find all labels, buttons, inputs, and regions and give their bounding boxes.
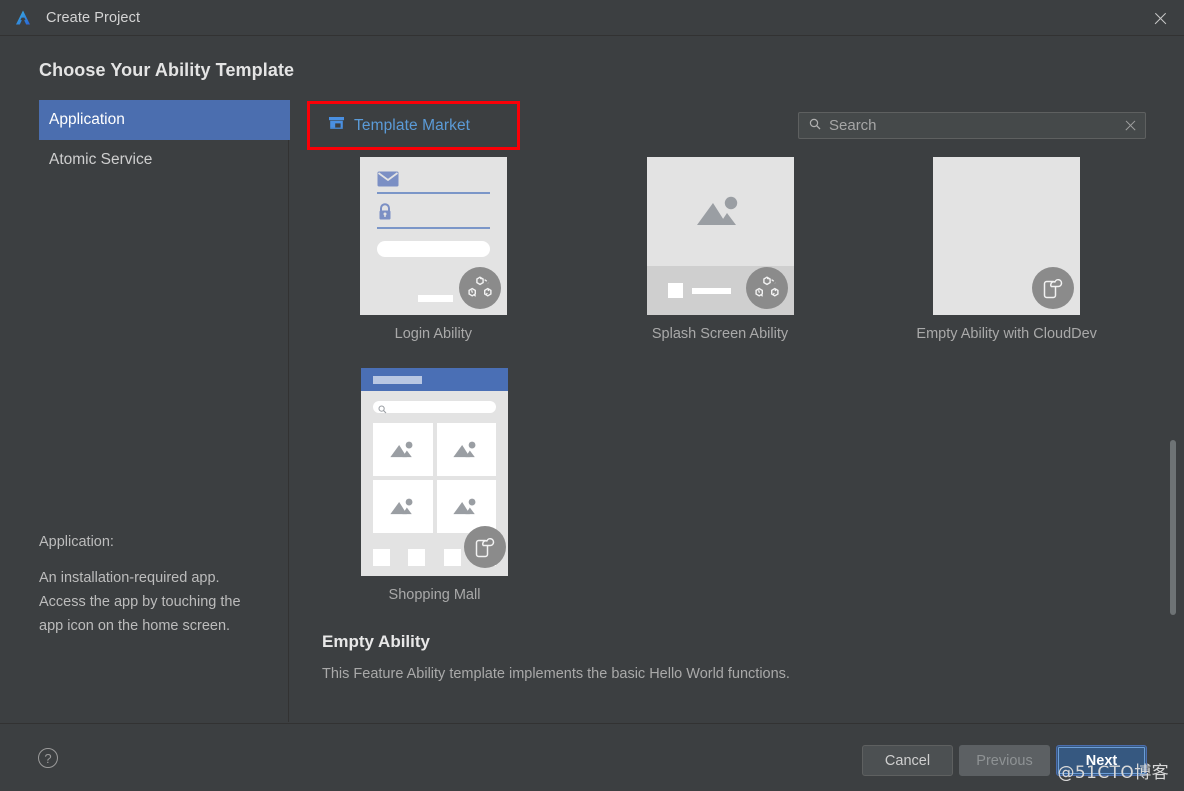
product-tile bbox=[436, 423, 496, 476]
question-mark-icon[interactable]: ? bbox=[38, 748, 58, 768]
template-card-login-ability[interactable]: Login Ability bbox=[290, 157, 577, 342]
product-tile bbox=[373, 423, 433, 476]
sidebar-description-term: Application: bbox=[39, 534, 114, 550]
template-card-empty-ability-clouddev[interactable]: Empty Ability with CloudDev bbox=[863, 157, 1150, 342]
template-market-link[interactable]: Template Market bbox=[310, 115, 470, 136]
watermark: @51CTO博客 bbox=[1057, 763, 1169, 783]
previous-button: Previous bbox=[959, 745, 1050, 776]
distributed-share-icon bbox=[745, 267, 788, 309]
sidebar-item-atomic-service[interactable]: Atomic Service bbox=[39, 140, 290, 180]
distributed-share-icon bbox=[458, 267, 501, 309]
login-ability-thumbnail bbox=[359, 157, 507, 315]
sidebar-item-label: Application bbox=[49, 111, 125, 128]
sidebar-description-line2: Access the app by touching the bbox=[39, 594, 241, 610]
content-scrollbar[interactable] bbox=[1170, 440, 1176, 690]
sidebar-description-line1: An installation-required app. bbox=[39, 570, 220, 586]
selected-template-title: Empty Ability bbox=[322, 632, 430, 651]
store-icon bbox=[328, 115, 345, 136]
template-card-label: Empty Ability with CloudDev bbox=[916, 326, 1097, 342]
template-card-label: Shopping Mall bbox=[388, 587, 481, 603]
template-market-label: Template Market bbox=[354, 116, 471, 134]
phone-cloud-icon bbox=[1032, 267, 1075, 309]
search-clear-button[interactable] bbox=[1124, 119, 1137, 132]
template-grid-row: Login Ability Splash Screen Ability Empt… bbox=[290, 157, 1150, 342]
window-title: Create Project bbox=[46, 9, 141, 26]
template-card-label: Splash Screen Ability bbox=[651, 326, 789, 342]
template-market-annotation: Template Market bbox=[307, 101, 520, 150]
tab-placeholder bbox=[443, 549, 461, 566]
selected-template-description: This Feature Ability template implements… bbox=[322, 666, 790, 682]
page-title: Choose Your Ability Template bbox=[39, 60, 295, 80]
splash-text-placeholder bbox=[691, 287, 731, 294]
phone-cloud-icon bbox=[464, 526, 506, 568]
sidebar-description-line3: app icon on the home screen. bbox=[39, 618, 231, 634]
sidebar-item-application[interactable]: Application bbox=[39, 100, 290, 140]
splash-screen-ability-thumbnail bbox=[646, 157, 794, 315]
product-tile bbox=[373, 480, 433, 533]
image-placeholder-icon bbox=[697, 196, 738, 225]
template-panel: Template Market Search Login Ability Spl… bbox=[290, 100, 1184, 722]
search-icon bbox=[809, 117, 821, 135]
shopping-mall-product-grid bbox=[373, 423, 496, 533]
tab-placeholder bbox=[373, 549, 390, 566]
product-tile bbox=[436, 480, 496, 533]
shopping-mall-title-placeholder bbox=[373, 376, 422, 384]
close-icon bbox=[1153, 11, 1168, 26]
close-window-button[interactable] bbox=[1136, 0, 1184, 36]
template-card-splash-screen-ability[interactable]: Splash Screen Ability bbox=[577, 157, 864, 342]
lock-icon bbox=[379, 203, 391, 220]
shopping-mall-thumbnail bbox=[361, 368, 508, 576]
template-card-shopping-mall[interactable]: Shopping Mall bbox=[290, 368, 579, 603]
sidebar-item-label: Atomic Service bbox=[49, 151, 153, 168]
dialog-footer: ? Cancel Previous Next bbox=[0, 723, 1184, 791]
title-bar: Create Project bbox=[0, 0, 1184, 36]
shopping-mall-search-placeholder bbox=[373, 401, 496, 414]
envelope-icon bbox=[377, 171, 399, 187]
empty-ability-clouddev-thumbnail bbox=[933, 157, 1081, 315]
login-button-placeholder bbox=[376, 241, 490, 257]
sidebar: Application Atomic Service Application: … bbox=[0, 100, 290, 722]
template-grid-row: Shopping Mall bbox=[290, 368, 1150, 603]
template-card-label: Login Ability bbox=[394, 326, 473, 342]
login-home-indicator bbox=[417, 295, 453, 302]
cancel-button[interactable]: Cancel bbox=[862, 745, 953, 776]
scrollbar-thumb[interactable] bbox=[1170, 440, 1176, 615]
splash-logo-placeholder bbox=[667, 283, 683, 298]
sidebar-description: Application: An installation-required ap… bbox=[39, 530, 279, 638]
search-placeholder: Search bbox=[829, 117, 877, 134]
deveco-logo-icon bbox=[12, 7, 34, 29]
template-grid: Login Ability Splash Screen Ability Empt… bbox=[290, 157, 1150, 603]
tab-placeholder bbox=[408, 549, 426, 566]
search-input[interactable]: Search bbox=[798, 112, 1146, 139]
